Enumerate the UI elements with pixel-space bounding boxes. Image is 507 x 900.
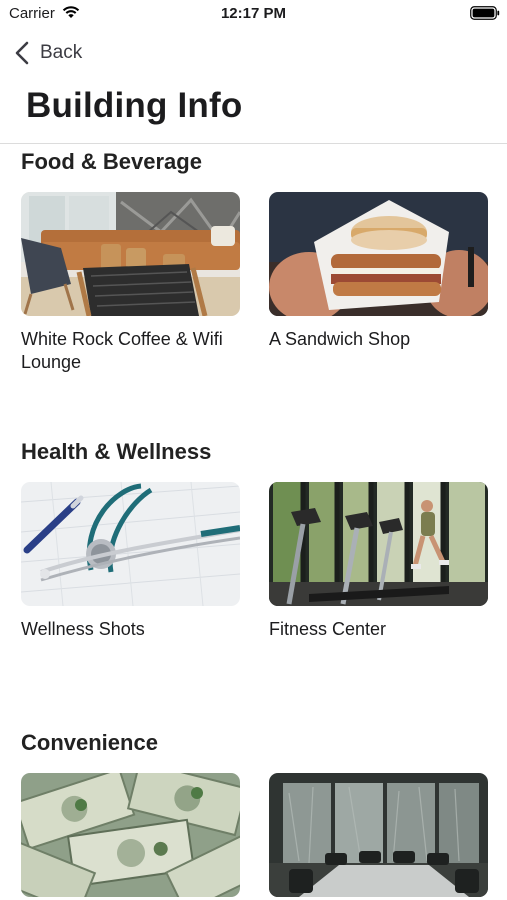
treadmill-photo <box>269 482 488 606</box>
lounge-photo <box>21 192 240 316</box>
sandwich-photo <box>269 192 488 316</box>
back-label: Back <box>40 42 83 63</box>
card-label: White Rock Coffee & Wifi Lounge <box>21 329 223 372</box>
card-label: Wellness Shots <box>21 619 145 639</box>
card-convenience-2[interactable] <box>269 773 488 897</box>
battery-icon <box>470 6 500 20</box>
header-divider <box>0 143 507 144</box>
card-sandwich-shop[interactable]: A Sandwich Shop <box>269 192 488 374</box>
card-label: A Sandwich Shop <box>269 329 411 349</box>
card-fitness-center[interactable]: Fitness Center <box>269 482 488 641</box>
card-convenience-1[interactable] <box>21 773 240 897</box>
page-title: Building Info <box>26 86 243 125</box>
chevron-left-icon <box>15 41 29 65</box>
section-title: Food & Beverage <box>21 149 202 174</box>
card-wellness-shots[interactable]: Wellness Shots <box>21 482 240 641</box>
conference-room-photo <box>269 773 488 897</box>
card-row: Wellness Shots Fitness Center <box>21 482 491 641</box>
card-white-rock-coffee[interactable]: White Rock Coffee & Wifi Lounge <box>21 192 240 374</box>
back-button[interactable]: Back <box>14 40 82 66</box>
status-time: 12:17 PM <box>220 5 287 22</box>
section-title: Health & Wellness <box>21 439 212 464</box>
card-row <box>21 773 491 897</box>
card-label: Fitness Center <box>269 619 387 639</box>
stethoscope-photo <box>21 482 240 606</box>
section-health-wellness: Health & Wellness Wellness Shots Fitness… <box>21 437 491 641</box>
section-convenience: Convenience <box>21 728 491 897</box>
section-title: Convenience <box>21 730 158 755</box>
section-food-beverage: Food & Beverage White Rock Coffee & Wifi… <box>21 147 491 374</box>
money-photo <box>21 773 240 897</box>
card-row: White Rock Coffee & Wifi Lounge A Sandwi… <box>21 192 491 374</box>
status-bar: Carrier 12:17 PM <box>0 0 507 30</box>
